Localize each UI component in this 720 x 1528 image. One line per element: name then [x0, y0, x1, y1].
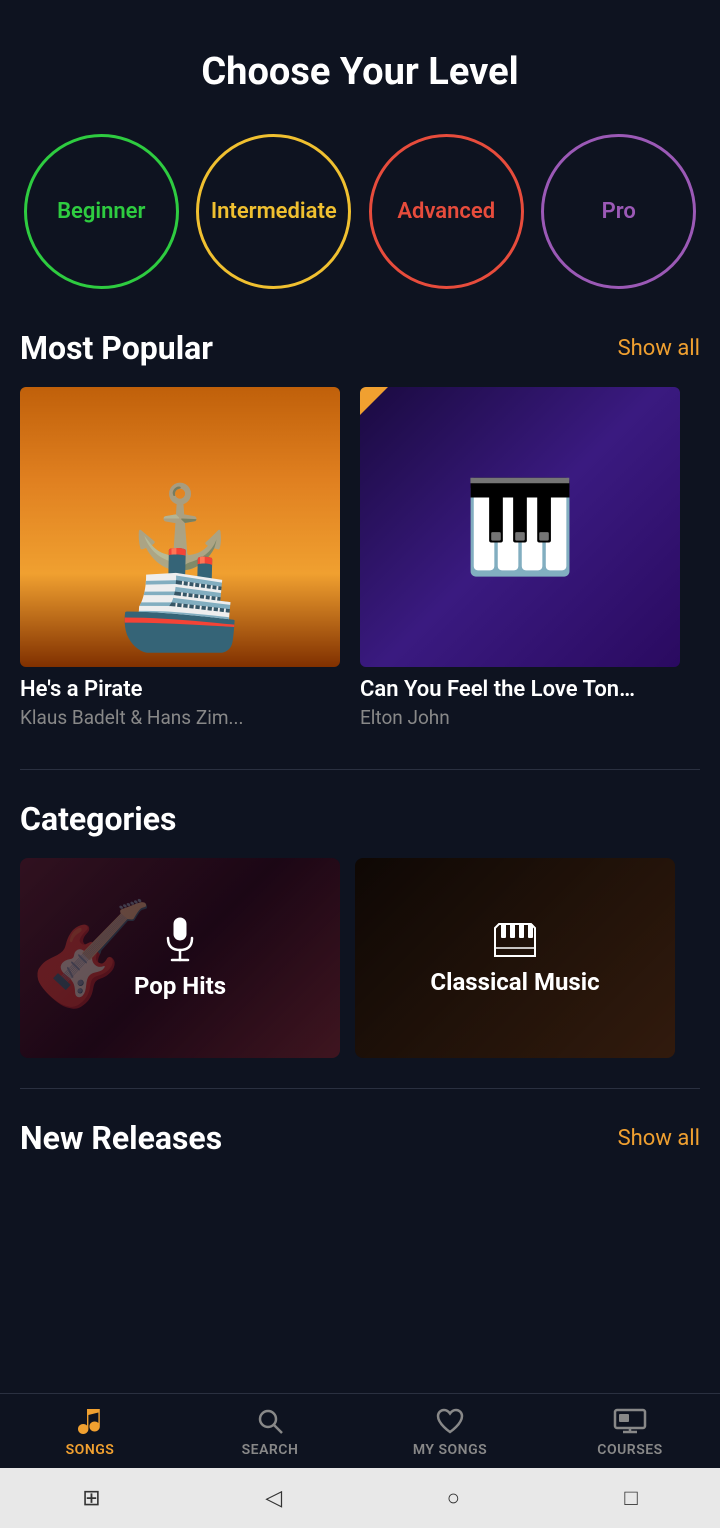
category-pop[interactable]: Pop Hits — [20, 858, 340, 1058]
song-title-elton: Can You Feel the Love Ton… — [360, 677, 680, 702]
nav-my-songs[interactable]: MY SONGS — [400, 1406, 500, 1458]
categories-title: Categories — [20, 800, 176, 838]
most-popular-scroll[interactable]: He's a Pirate Klaus Badelt & Hans Zim...… — [20, 387, 700, 739]
new-releases-header: New Releases Show all — [20, 1119, 700, 1157]
piano-icon — [491, 920, 539, 960]
new-releases-show-all[interactable]: Show all — [618, 1126, 700, 1151]
divider-2 — [20, 1088, 700, 1089]
courses-icon — [613, 1406, 647, 1436]
system-home-icon[interactable]: ○ — [447, 1485, 460, 1511]
song-card-elton[interactable]: 🎹 Can You Feel the Love Ton… Elton John — [360, 387, 680, 729]
divider-1 — [20, 769, 700, 770]
level-advanced[interactable]: Advanced — [369, 134, 524, 289]
nav-songs[interactable]: SONGS — [40, 1406, 140, 1458]
song-title-pirates: He's a Pirate — [20, 677, 340, 702]
nav-search[interactable]: SEARCH — [220, 1406, 320, 1458]
search-icon — [255, 1406, 285, 1436]
most-popular-section: Most Popular Show all He's a Pirate Klau… — [0, 329, 720, 769]
music-note-icon — [75, 1406, 105, 1436]
level-beginner[interactable]: Beginner — [24, 134, 179, 289]
category-classical[interactable]: Classical Music — [355, 858, 675, 1058]
nav-my-songs-label: MY SONGS — [413, 1442, 487, 1458]
categories-header: Categories — [20, 800, 700, 838]
song-artist-elton: Elton John — [360, 706, 680, 729]
nav-courses[interactable]: COURSES — [580, 1406, 680, 1458]
nav-search-label: SEARCH — [242, 1442, 299, 1458]
level-selector: Beginner Intermediate Advanced Pro — [0, 114, 720, 329]
system-recent-icon[interactable]: □ — [624, 1485, 637, 1511]
page-title: Choose Your Level — [0, 0, 720, 114]
system-grid-icon[interactable]: ⊞ — [82, 1486, 100, 1511]
most-popular-title: Most Popular — [20, 329, 213, 367]
categories-section: Categories Pop Hits Classical Music — [0, 800, 720, 1088]
level-pro[interactable]: Pro — [541, 134, 696, 289]
song-card-pirates[interactable]: He's a Pirate Klaus Badelt & Hans Zim... — [20, 387, 340, 729]
categories-scroll[interactable]: Pop Hits Classical Music — [20, 858, 700, 1058]
category-classical-label: Classical Music — [430, 968, 599, 996]
bottom-nav: SONGS SEARCH MY SONGS COURSES — [0, 1393, 720, 1468]
most-popular-header: Most Popular Show all — [20, 329, 700, 367]
level-intermediate[interactable]: Intermediate — [196, 134, 351, 289]
song-image-pirates — [20, 387, 340, 667]
nav-courses-label: COURSES — [597, 1442, 662, 1458]
nav-songs-label: SONGS — [66, 1442, 115, 1458]
microphone-icon — [162, 916, 198, 964]
category-pop-label: Pop Hits — [134, 972, 226, 1000]
system-back-icon[interactable]: ◁ — [265, 1486, 282, 1511]
heart-icon — [435, 1406, 465, 1436]
system-nav: ⊞ ◁ ○ □ — [0, 1468, 720, 1528]
new-releases-title: New Releases — [20, 1119, 222, 1157]
most-popular-show-all[interactable]: Show all — [618, 336, 700, 361]
song-image-elton: 🎹 — [360, 387, 680, 667]
bookmark-badge — [360, 387, 388, 415]
song-artist-pirates: Klaus Badelt & Hans Zim... — [20, 706, 340, 729]
new-releases-section: New Releases Show all — [0, 1119, 720, 1197]
